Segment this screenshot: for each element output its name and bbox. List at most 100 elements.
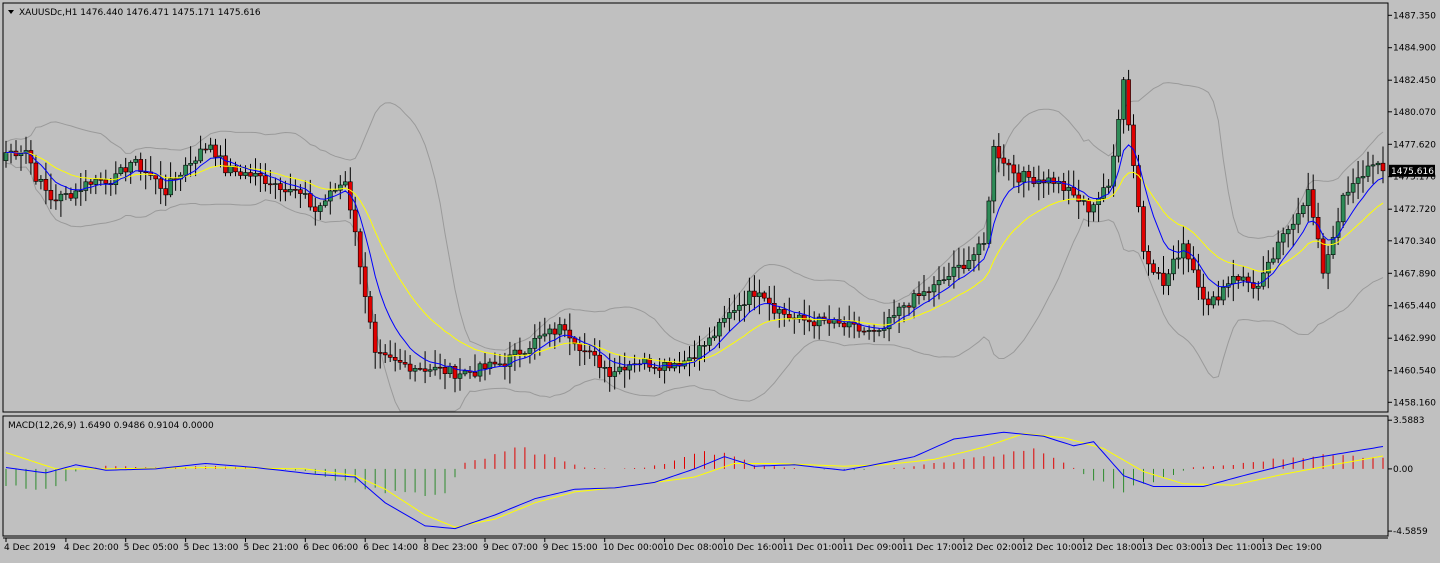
time-tick-label: 12 Dec 18:00 xyxy=(1082,543,1143,553)
candle-body xyxy=(1121,79,1126,120)
chart-window[interactable]: 1487.350 1484.900 1482.450 1480.070 1477.620… xyxy=(0,0,1440,559)
candle-body xyxy=(422,368,428,372)
candle-body xyxy=(1370,164,1376,167)
candle-body xyxy=(522,353,528,355)
candle-body xyxy=(1191,258,1196,271)
candle-body xyxy=(786,313,792,319)
candle-body xyxy=(63,193,69,195)
candle-body xyxy=(752,290,757,297)
candle-body xyxy=(657,367,662,371)
candle-body xyxy=(497,363,503,366)
candle-body xyxy=(1116,119,1121,157)
candle-body xyxy=(871,330,877,332)
candle-body xyxy=(93,179,99,185)
candle-body xyxy=(971,254,977,261)
candle-body xyxy=(1146,251,1151,265)
candle-body xyxy=(956,264,962,268)
candle-body xyxy=(193,160,198,164)
candle-body xyxy=(1231,275,1236,284)
time-tick-label: 9 Dec 07:00 xyxy=(483,543,538,553)
candle-body xyxy=(806,319,812,323)
price-tick-label: 1487.350 xyxy=(1393,11,1436,21)
candle-body xyxy=(312,206,318,212)
price-tick-label: 1482.450 xyxy=(1393,76,1436,86)
candle-body xyxy=(742,304,747,307)
candle-body xyxy=(587,350,593,353)
candle-body xyxy=(307,193,313,208)
candle-body xyxy=(1280,233,1286,243)
candle-body xyxy=(1380,162,1386,172)
time-tick-label: 13 Dec 19:00 xyxy=(1261,543,1322,553)
candle-body xyxy=(362,266,368,297)
last-price-tag: 1475.616 xyxy=(1389,164,1435,177)
candle-body xyxy=(243,172,248,176)
candle-body xyxy=(976,243,982,255)
candle-body xyxy=(811,321,817,327)
candle-body xyxy=(43,179,49,191)
time-tick-label: 5 Dec 13:00 xyxy=(184,543,239,553)
candle-body xyxy=(417,368,423,370)
candle-body xyxy=(288,189,293,193)
candle-body xyxy=(941,279,947,282)
candle-body xyxy=(1021,171,1027,183)
candle-body xyxy=(582,350,588,353)
candle-body xyxy=(1011,164,1017,174)
candle-body xyxy=(692,357,697,360)
candle-body xyxy=(138,159,143,172)
candle-body xyxy=(776,309,782,314)
candle-body xyxy=(472,371,478,377)
candle-body xyxy=(512,349,518,356)
time-tick-label: 6 Dec 14:00 xyxy=(363,543,418,553)
candle-body xyxy=(602,366,608,369)
candle-body xyxy=(1066,187,1071,191)
candle-body xyxy=(1086,199,1091,213)
candle-body xyxy=(128,162,133,173)
candle-body xyxy=(1201,286,1206,300)
candle-body xyxy=(921,291,927,296)
candle-body xyxy=(342,181,348,186)
candle-body xyxy=(397,359,403,363)
candle-body xyxy=(253,173,258,177)
candle-body xyxy=(697,345,702,359)
candle-body xyxy=(1241,276,1246,281)
candle-body xyxy=(707,337,712,346)
candle-body xyxy=(357,231,363,268)
candle-body xyxy=(73,190,79,199)
time-tick-label: 8 Dec 23:00 xyxy=(423,543,478,553)
candle-body xyxy=(1051,177,1056,184)
candle-body xyxy=(1091,204,1096,213)
candle-body xyxy=(83,181,89,191)
time-tick-label: 10 Dec 08:00 xyxy=(663,543,724,553)
candle-body xyxy=(1275,241,1281,260)
price-tick-label: 1480.070 xyxy=(1393,108,1436,118)
candle-body xyxy=(1006,162,1012,166)
candle-body xyxy=(1026,171,1032,178)
candle-body xyxy=(228,165,233,174)
candle-body xyxy=(866,330,872,332)
candle-body xyxy=(1285,229,1291,235)
candle-body xyxy=(547,328,553,335)
candle-body xyxy=(407,363,413,372)
candle-body xyxy=(352,209,358,233)
candle-body xyxy=(1350,183,1356,193)
candle-body xyxy=(517,349,523,355)
candle-body xyxy=(1330,237,1336,256)
candle-body xyxy=(896,306,902,316)
candle-body xyxy=(1221,286,1226,301)
candle-body xyxy=(931,284,937,293)
candle-body xyxy=(317,205,323,212)
candle-body xyxy=(1076,194,1081,202)
candle-body xyxy=(238,171,243,176)
price-chart-svg[interactable]: 1487.350 1484.900 1482.450 1480.070 1477.620… xyxy=(0,0,1440,559)
candle-body xyxy=(747,290,752,306)
time-tick-label: 5 Dec 21:00 xyxy=(244,543,299,553)
candle-body xyxy=(1206,298,1211,306)
candle-body xyxy=(218,155,223,158)
candle-body xyxy=(278,183,283,191)
candle-body xyxy=(622,366,628,371)
candle-body xyxy=(542,333,548,337)
candle-body xyxy=(1136,165,1141,208)
candle-body xyxy=(223,155,228,174)
candle-body xyxy=(567,329,573,339)
time-tick-label: 12 Dec 02:00 xyxy=(962,543,1023,553)
